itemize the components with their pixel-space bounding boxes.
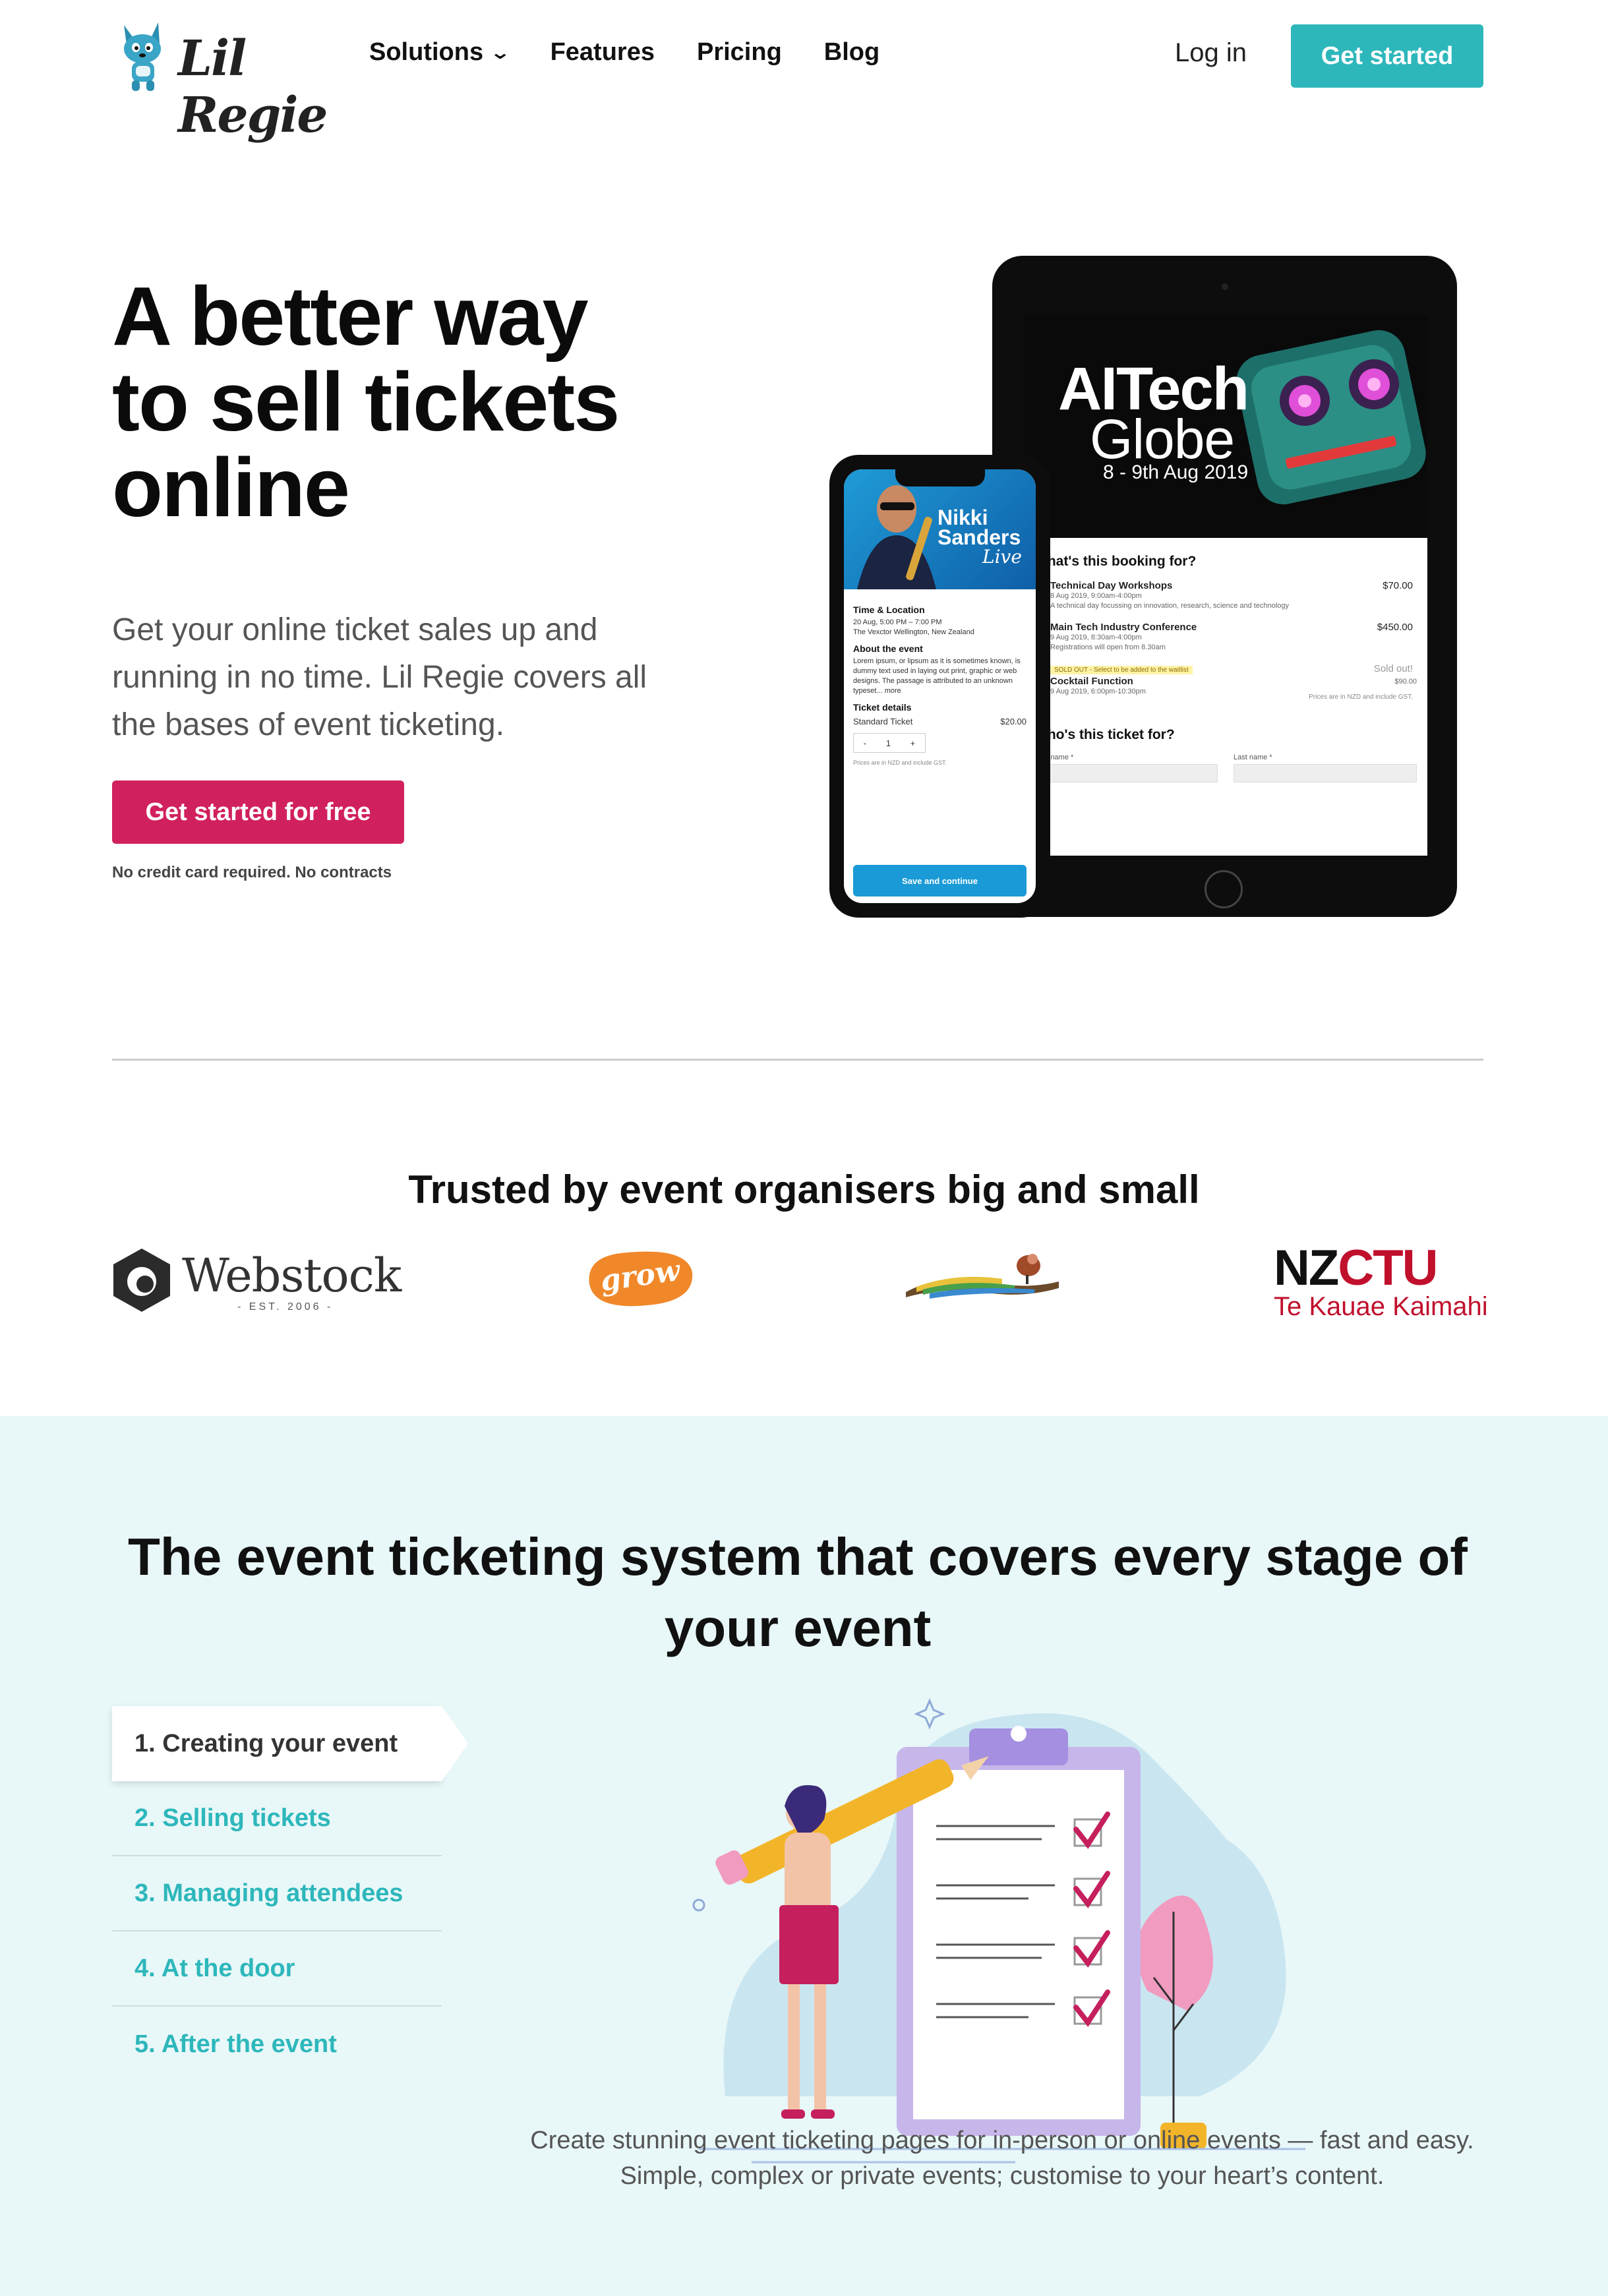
hero-title-line: to sell tickets bbox=[112, 355, 620, 448]
time-heading: Time & Location bbox=[853, 604, 925, 615]
bird-landscape-icon bbox=[906, 1254, 1059, 1299]
minus-icon[interactable]: - bbox=[864, 738, 866, 748]
last-name-field: Last name * bbox=[1234, 753, 1417, 782]
nzctu-logo: NZCTU Te Kauae Kaimahi bbox=[1272, 1239, 1488, 1321]
tab-at-the-door[interactable]: 4. At the door bbox=[112, 1931, 442, 2007]
phone-notch bbox=[895, 469, 985, 486]
webstock-wordmark: Webstock bbox=[182, 1249, 402, 1303]
ticket-heading: Ticket details bbox=[853, 702, 912, 713]
about-heading: About the event bbox=[853, 643, 923, 654]
option-time: 9 Aug 2019, 6:00pm-10:30pm bbox=[1050, 688, 1146, 695]
time-line: 20 Aug, 5:00 PM – 7:00 PM bbox=[853, 618, 942, 626]
tab-managing-attendees[interactable]: 3. Managing attendees bbox=[112, 1856, 442, 1931]
chevron-down-icon: ⌄ bbox=[489, 42, 512, 63]
hero-note: No credit card required. No contracts bbox=[112, 864, 392, 881]
nav-blog[interactable]: Blog bbox=[824, 38, 879, 67]
event-banner: AITech Globe 8 - 9th Aug 2019 bbox=[1024, 315, 1427, 538]
first-name-input[interactable] bbox=[1034, 764, 1218, 782]
about-text: Lorem ipsum, or lipsum as it is sometime… bbox=[853, 657, 1021, 695]
tablet-screen: AITech Globe 8 - 9th Aug 2019 What's thi… bbox=[1024, 315, 1427, 856]
ticket-name: Standard Ticket bbox=[853, 717, 913, 726]
hero-title: A better way to sell tickets online bbox=[112, 274, 705, 531]
booking-option[interactable]: SOLD OUT - Select to be added to the wai… bbox=[1034, 663, 1417, 695]
tablet-home-button bbox=[1205, 870, 1243, 908]
nav-features[interactable]: Features bbox=[551, 38, 655, 67]
option-time: 8 Aug 2019, 9:00am-4:00pm bbox=[1050, 592, 1142, 600]
first-name-field: First name * bbox=[1034, 753, 1218, 782]
login-link[interactable]: Log in bbox=[1175, 38, 1247, 68]
option-name: Technical Day Workshops bbox=[1050, 580, 1173, 591]
option-price: Sold out! bbox=[1373, 663, 1413, 674]
option-desc: A technical day focussing on innovation,… bbox=[1050, 602, 1290, 610]
get-started-button[interactable]: Get started bbox=[1291, 24, 1483, 88]
webstock-est: - EST. 2006 - bbox=[237, 1301, 334, 1312]
booking-form: What's this booking for? Technical Day W… bbox=[1024, 538, 1427, 792]
nav-solutions-label: Solutions bbox=[369, 38, 484, 66]
event-title: Nikki Sanders bbox=[938, 506, 1021, 549]
first-name-label: First name * bbox=[1034, 753, 1074, 761]
tab-creating-event[interactable]: 1. Creating your event bbox=[112, 1706, 468, 1781]
event-details: Time & Location 20 Aug, 5:00 PM – 7:00 P… bbox=[844, 595, 1036, 772]
quantity-stepper[interactable]: - 1 + bbox=[853, 733, 926, 753]
option-price: $70.00 bbox=[1383, 580, 1413, 591]
dog-mascot-icon bbox=[124, 22, 161, 91]
quantity-value: 1 bbox=[885, 738, 891, 748]
stage-tabs: 1. Creating your event 2. Selling ticket… bbox=[112, 1706, 468, 2082]
get-started-free-button[interactable]: Get started for free bbox=[112, 780, 404, 844]
stage-description: Create stunning event ticketing pages fo… bbox=[530, 2127, 1474, 2190]
hero-title-line: A better way bbox=[112, 270, 589, 363]
event-title-line2: Sanders bbox=[938, 525, 1021, 549]
ticket-heading: Who's this ticket for? bbox=[1034, 727, 1175, 742]
logo-wordmark: Lil Regie bbox=[178, 30, 328, 144]
event-banner: Nikki Sanders Live bbox=[844, 469, 1036, 589]
sold-out-badge: SOLD OUT - Select to be added to the wai… bbox=[1050, 666, 1193, 674]
gst-note: Prices are in NZD and include GST. bbox=[853, 759, 947, 766]
tab-after-event[interactable]: 5. After the event bbox=[112, 2007, 442, 2082]
phone-mockup: Nikki Sanders Live Time & Location 20 Aug… bbox=[829, 455, 1050, 918]
nav-pricing[interactable]: Pricing bbox=[697, 38, 782, 67]
robot-illustration-icon bbox=[1236, 330, 1426, 505]
nzctu-ctu: CTU bbox=[1338, 1240, 1438, 1296]
option-time: 9 Aug 2019, 8:30am-4:00pm bbox=[1050, 633, 1142, 641]
lil-regie-logo[interactable]: Lil Regie bbox=[112, 20, 336, 144]
last-name-label: Last name * bbox=[1234, 753, 1272, 761]
ticket-price: $20.00 bbox=[1000, 717, 1027, 726]
booking-option[interactable]: Technical Day Workshops $70.00 8 Aug 201… bbox=[1034, 580, 1417, 611]
event-title-line1: Nikki bbox=[938, 506, 988, 529]
tablet-camera bbox=[1222, 283, 1228, 290]
stages-section: The event ticketing system that covers e… bbox=[0, 1416, 1608, 2296]
trusted-title: Trusted by event organisers big and smal… bbox=[408, 1167, 1200, 1212]
nzctu-subtitle: Te Kauae Kaimahi bbox=[1274, 1292, 1488, 1321]
grow-logo: grow bbox=[581, 1246, 695, 1312]
webstock-hexagon-icon bbox=[113, 1249, 170, 1312]
tablet-mockup: AITech Globe 8 - 9th Aug 2019 What's thi… bbox=[992, 256, 1457, 917]
booking-heading: What's this booking for? bbox=[1034, 554, 1197, 569]
webstock-logo: Webstock - EST. 2006 - bbox=[112, 1245, 402, 1317]
phone-screen: Nikki Sanders Live Time & Location 20 Aug… bbox=[844, 469, 1036, 903]
tab-selling-tickets[interactable]: 2. Selling tickets bbox=[112, 1781, 442, 1856]
stages-title: The event ticketing system that covers e… bbox=[128, 1527, 1468, 1657]
option-desc: Registrations will open from 8.30am bbox=[1050, 643, 1166, 651]
event-title-line3: Live bbox=[982, 546, 1022, 568]
bird-landscape-logo bbox=[903, 1246, 1061, 1312]
ticket-row: Standard Ticket $20.00 bbox=[853, 717, 1027, 726]
event-dates: 8 - 9th Aug 2019 bbox=[1103, 461, 1249, 483]
option-price: $450.00 bbox=[1377, 622, 1413, 633]
nzctu-nz: NZ bbox=[1274, 1240, 1339, 1296]
save-continue-button[interactable]: Save and continue bbox=[853, 865, 1027, 897]
option-name: Main Tech Industry Conference bbox=[1050, 622, 1197, 633]
checklist-illustration-icon bbox=[692, 1698, 1305, 2164]
plus-icon[interactable]: + bbox=[910, 738, 916, 748]
section-divider bbox=[112, 1059, 1483, 1061]
top-nav: Lil Regie Solutions ⌄ Features Pricing Bl… bbox=[112, 20, 1483, 144]
name-fields: First name * Last name * bbox=[1034, 753, 1417, 782]
nzctu-wordmark: NZCTU bbox=[1274, 1239, 1439, 1297]
hero-subtitle: Get your online ticket sales up and runn… bbox=[112, 612, 647, 742]
main-menu: Solutions ⌄ Features Pricing Blog bbox=[369, 38, 879, 67]
hero-title-line: online bbox=[112, 441, 350, 534]
last-name-input[interactable] bbox=[1234, 764, 1417, 782]
booking-option[interactable]: Main Tech Industry Conference $450.00 9 … bbox=[1034, 622, 1417, 653]
venue-line: The Vexctor Wellington, New Zealand bbox=[853, 628, 974, 636]
nav-solutions[interactable]: Solutions ⌄ bbox=[369, 38, 512, 67]
